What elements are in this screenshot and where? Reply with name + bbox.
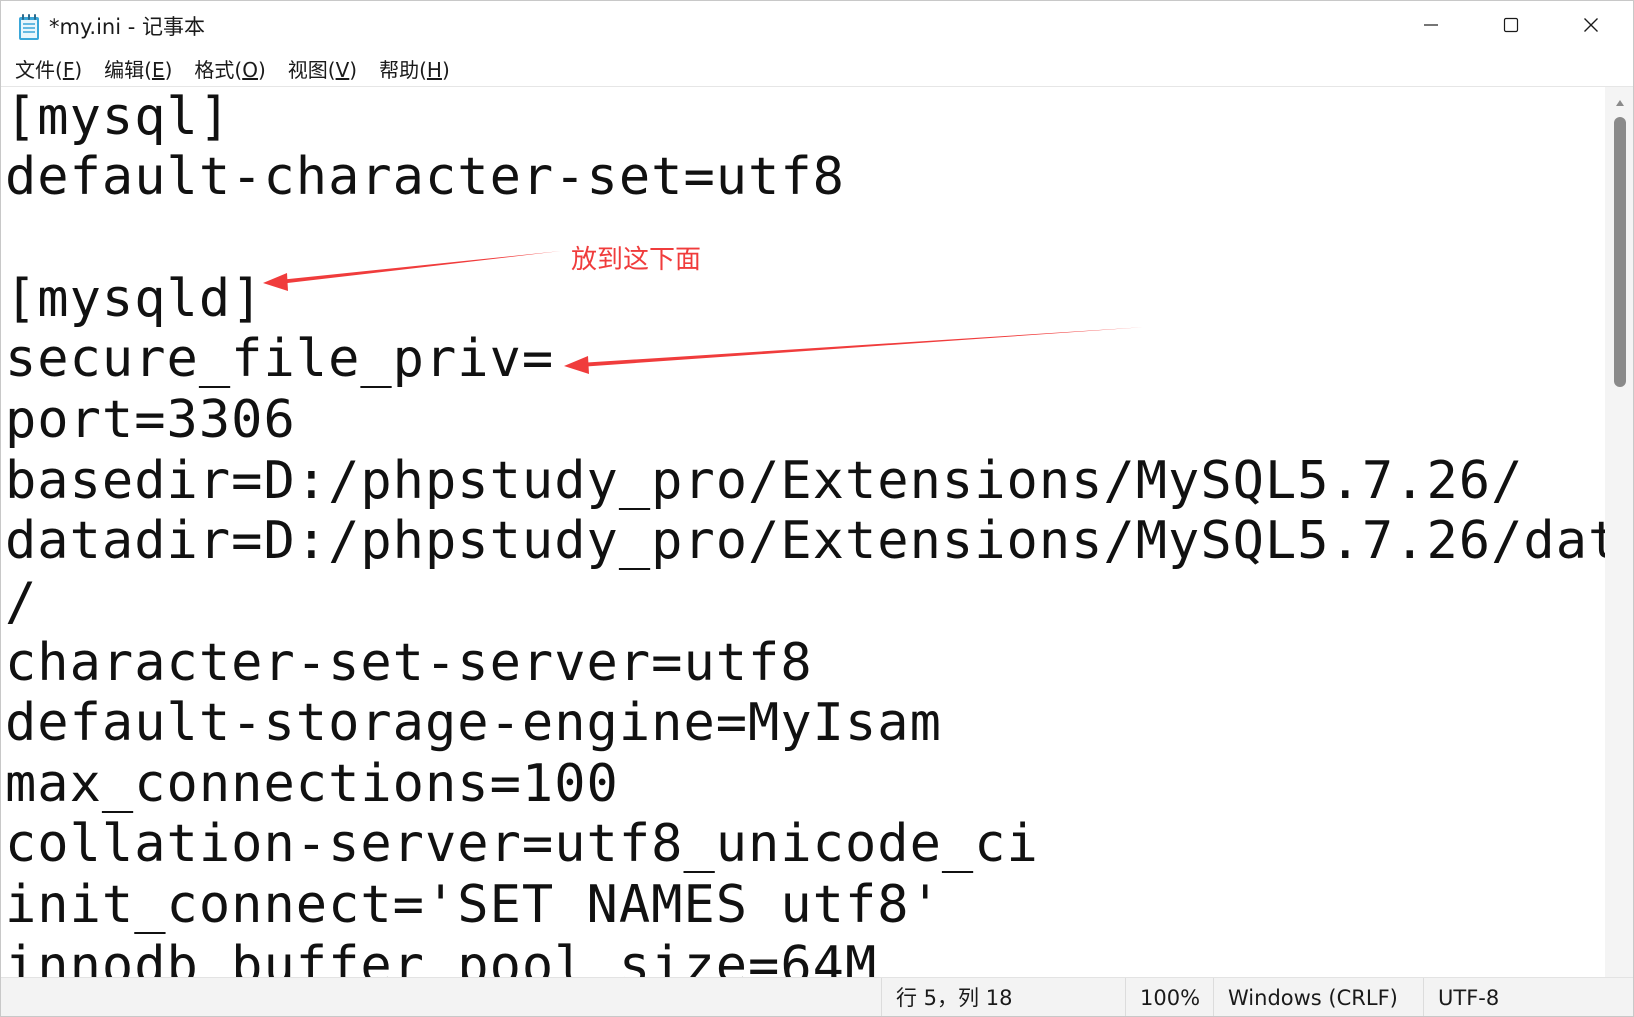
editor-line: init_connect='SET NAMES utf8' [5, 875, 942, 935]
scroll-up-button[interactable] [1605, 87, 1633, 115]
menu-bar: 文件(F) 编辑(E) 格式(O) 视图(V) 帮助(H) [1, 53, 1633, 87]
menu-format[interactable]: 格式(O) [188, 54, 277, 86]
maximize-icon [1503, 17, 1519, 37]
menu-edit[interactable]: 编辑(E) [98, 54, 184, 86]
notepad-window: *my.ini - 记事本 文件(F) 编辑(E) 格式(O) 视图(V) 帮助… [0, 0, 1634, 1017]
close-button[interactable] [1551, 1, 1631, 53]
editor-line: datadir=D:/phpstudy_pro/Extensions/MySQL… [5, 511, 1605, 571]
scroll-up-arrow-icon [1615, 92, 1625, 111]
annotation-label: 放到这下面 [571, 245, 702, 275]
notepad-icon [17, 13, 41, 41]
editor-line: default-character-set=utf8 [5, 147, 845, 207]
editor-line: innodb_buffer_pool_size=64M [5, 936, 878, 977]
status-encoding: UTF-8 [1423, 978, 1633, 1016]
window-title: *my.ini - 记事本 [49, 15, 205, 39]
status-bar: 行 5，列 18 100% Windows (CRLF) UTF-8 [1, 977, 1633, 1016]
editor-line: [mysqld] [5, 269, 264, 329]
menu-help[interactable]: 帮助(H) [373, 54, 462, 86]
status-line-ending: Windows (CRLF) [1213, 978, 1423, 1016]
editor-line: basedir=D:/phpstudy_pro/Extensions/MySQL… [5, 451, 1524, 511]
menu-file[interactable]: 文件(F) [9, 54, 94, 86]
maximize-button[interactable] [1471, 1, 1551, 53]
text-editor[interactable]: [mysql] default-character-set=utf8 [mysq… [1, 87, 1605, 977]
title-bar[interactable]: *my.ini - 记事本 [1, 1, 1633, 53]
status-cursor-position: 行 5，列 18 [881, 978, 1125, 1016]
status-zoom[interactable]: 100% [1125, 978, 1213, 1016]
editor-line: [mysql] [5, 87, 232, 147]
editor-line: secure_file_priv= [5, 329, 555, 389]
scrollbar-thumb[interactable] [1614, 117, 1626, 387]
minimize-button[interactable] [1391, 1, 1471, 53]
editor-line: max_connections=100 [5, 754, 619, 814]
editor-line: character-set-server=utf8 [5, 633, 813, 693]
menu-view[interactable]: 视图(V) [282, 54, 369, 86]
close-icon [1583, 17, 1599, 37]
vertical-scrollbar[interactable] [1605, 87, 1633, 977]
minimize-icon [1423, 17, 1439, 37]
editor-line: port=3306 [5, 390, 296, 450]
editor-line: / [5, 572, 38, 632]
editor-line: collation-server=utf8_unicode_ci [5, 814, 1039, 874]
editor-line: default-storage-engine=MyIsam [5, 693, 942, 753]
annotation-arrow-2 [564, 327, 1146, 374]
annotation-arrow-1 [263, 251, 561, 291]
